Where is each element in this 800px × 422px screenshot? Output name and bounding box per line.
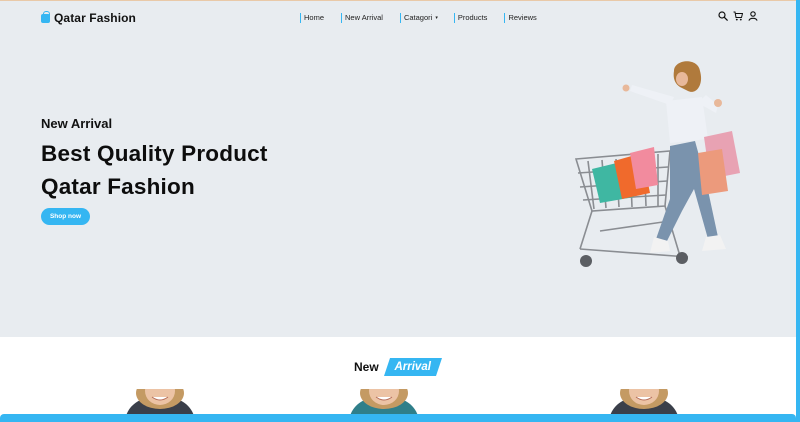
- hero-section: Qatar Fashion Home New Arrival Catagori …: [0, 1, 796, 337]
- product-thumbnail-1[interactable]: [112, 389, 208, 416]
- section-title-badge: Arrival: [383, 358, 442, 376]
- hero-subtitle: New Arrival: [41, 116, 113, 131]
- user-icon[interactable]: [748, 11, 758, 21]
- product-thumbnail-3[interactable]: [596, 389, 692, 416]
- product-thumbnail-2[interactable]: [336, 389, 432, 416]
- caret-down-icon: ▾: [435, 15, 438, 21]
- hero-headline: Best Quality Product Qatar Fashion: [41, 137, 268, 203]
- hero-shopping-woman-image: [574, 61, 740, 267]
- section-title: New Arrival: [354, 358, 442, 376]
- nav-catagori-label: Catagori: [403, 13, 433, 22]
- scrollbar[interactable]: [796, 0, 800, 422]
- hero-headline-line1: Best Quality Product: [41, 141, 268, 166]
- nav-products[interactable]: Products: [453, 13, 487, 23]
- main-nav: Home New Arrival Catagori ▾ Products Rev…: [300, 13, 537, 23]
- brand-logo[interactable]: Qatar Fashion: [41, 10, 136, 25]
- nav-catagori[interactable]: Catagori ▾: [399, 13, 438, 23]
- bottom-accent-bar: [0, 414, 796, 422]
- nav-new-arrival[interactable]: New Arrival: [341, 13, 383, 23]
- brand-name: Qatar Fashion: [54, 11, 136, 25]
- nav-home[interactable]: Home: [300, 13, 324, 23]
- section-title-word1: New: [354, 360, 379, 374]
- hero-headline-line2: Qatar Fashion: [41, 174, 195, 199]
- shopping-bag-icon: [41, 10, 50, 23]
- section-title-word2: Arrival: [394, 361, 431, 373]
- nav-reviews[interactable]: Reviews: [504, 13, 537, 23]
- header-icons: [718, 11, 758, 21]
- search-icon[interactable]: [718, 11, 728, 21]
- navbar: Qatar Fashion Home New Arrival Catagori …: [0, 1, 796, 35]
- cart-icon[interactable]: [733, 11, 743, 21]
- shop-now-button[interactable]: Shop now: [41, 208, 90, 225]
